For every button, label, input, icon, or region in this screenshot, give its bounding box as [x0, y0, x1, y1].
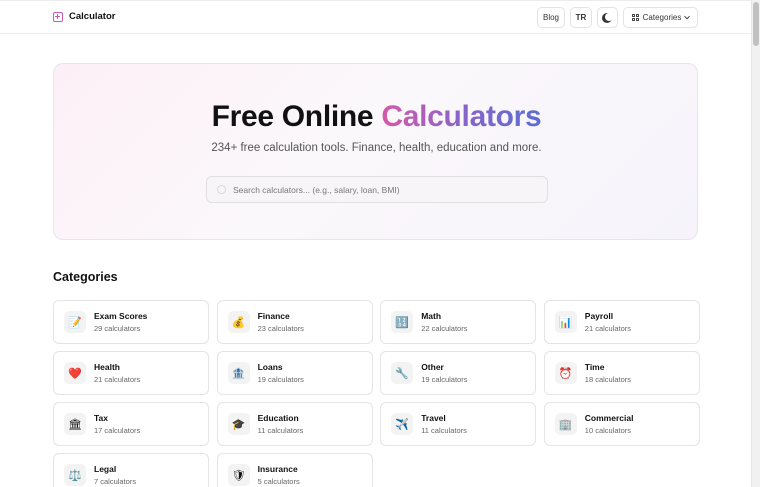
top-nav: Calculator Blog TR Categories [0, 0, 751, 34]
categories-grid: 📝 Exam Scores 29 calculators 💰 Finance 2… [53, 300, 700, 487]
search-box[interactable] [206, 176, 548, 203]
bar-chart-icon: 📊 [554, 311, 577, 333]
category-count: 22 calculators [421, 324, 468, 333]
heart-icon: ❤️ [64, 362, 86, 384]
bank-icon: 🏦 [227, 362, 250, 384]
wrench-icon: 🔧 [391, 362, 414, 384]
categories-dropdown-label: Categories [642, 13, 682, 22]
category-card-exam-scores[interactable]: 📝 Exam Scores 29 calculators [53, 300, 209, 344]
office-building-icon: 🏢 [554, 413, 577, 435]
shield-icon: 🛡 [227, 464, 250, 486]
brand-link[interactable]: Calculator [53, 11, 115, 22]
category-name: Finance [257, 311, 290, 321]
category-card-travel[interactable]: ✈️ Travel 11 calculators [380, 402, 537, 446]
vertical-scrollbar[interactable] [751, 0, 760, 487]
category-count: 21 calculators [94, 375, 141, 384]
hero-section: Free Online Calculators 234+ free calcul… [53, 63, 698, 240]
calculator-logo-icon [53, 11, 63, 22]
category-card-commercial[interactable]: 🏢 Commercial 10 calculators [543, 402, 700, 446]
category-count: 10 calculators [584, 426, 632, 435]
search-input[interactable] [233, 177, 543, 202]
category-count: 23 calculators [257, 324, 304, 333]
hero-title-accent: Calculators [381, 100, 542, 133]
category-name: Math [421, 311, 442, 321]
pencil-icon: 📝 [64, 311, 86, 333]
category-card-health[interactable]: ❤️ Health 21 calculators [53, 351, 209, 395]
category-card-time[interactable]: ⏰ Time 18 calculators [543, 351, 700, 395]
language-label: TR [575, 13, 587, 22]
categories-heading: Categories [53, 270, 118, 284]
government-icon: 🏛 [64, 413, 86, 435]
alarm-clock-icon: ⏰ [554, 362, 577, 384]
category-count: 11 calculators [421, 426, 467, 435]
category-count: 29 calculators [94, 324, 141, 333]
category-count: 17 calculators [94, 426, 141, 435]
graduation-cap-icon: 🎓 [227, 413, 250, 435]
category-card-legal[interactable]: ⚖️ Legal 7 calculators [53, 453, 209, 487]
category-count: 21 calculators [584, 324, 632, 333]
category-count: 11 calculators [257, 426, 304, 435]
category-card-education[interactable]: 🎓 Education 11 calculators [216, 402, 373, 446]
category-count: 19 calculators [257, 375, 304, 384]
categories-dropdown-button[interactable]: Categories [623, 7, 698, 28]
category-name: Tax [94, 413, 109, 423]
theme-toggle-button[interactable] [597, 7, 618, 28]
category-card-loans[interactable]: 🏦 Loans 19 calculators [216, 351, 373, 395]
category-name: Commercial [584, 413, 634, 423]
category-count: 19 calculators [421, 375, 468, 384]
category-card-insurance[interactable]: 🛡 Insurance 5 calculators [216, 453, 373, 487]
category-card-tax[interactable]: 🏛 Tax 17 calculators [53, 402, 209, 446]
numbers-icon: 🔢 [391, 311, 414, 333]
category-name: Time [584, 362, 605, 372]
grid-icon [631, 14, 639, 21]
category-name: Health [94, 362, 120, 372]
category-name: Loans [257, 362, 283, 372]
category-name: Payroll [584, 311, 614, 321]
language-button[interactable]: TR [570, 7, 592, 28]
moon-icon [605, 13, 613, 21]
scrollbar-thumb[interactable] [753, 2, 759, 46]
hero-title-main: Free Online [211, 100, 382, 133]
scales-icon: ⚖️ [64, 464, 86, 486]
search-icon [217, 185, 226, 194]
category-name: Insurance [257, 464, 298, 474]
hero-title: Free Online Calculators [54, 100, 699, 134]
category-card-math[interactable]: 🔢 Math 22 calculators [380, 300, 537, 344]
chevron-down-icon [684, 13, 691, 19]
brand-name: Calculator [69, 11, 116, 22]
category-card-other[interactable]: 🔧 Other 19 calculators [380, 351, 537, 395]
category-name: Education [257, 413, 299, 423]
category-card-payroll[interactable]: 📊 Payroll 21 calculators [543, 300, 700, 344]
money-bag-icon: 💰 [227, 311, 250, 333]
category-count: 7 calculators [94, 477, 137, 486]
category-card-finance[interactable]: 💰 Finance 23 calculators [216, 300, 373, 344]
page: Calculator Blog TR Categories Free Onlin… [0, 0, 751, 487]
category-name: Legal [94, 464, 117, 474]
airplane-icon: ✈️ [391, 413, 414, 435]
hero-subtitle: 234+ free calculation tools. Finance, he… [211, 142, 542, 154]
category-count: 5 calculators [257, 477, 300, 486]
category-name: Other [421, 362, 444, 372]
category-count: 18 calculators [584, 375, 632, 384]
blog-label: Blog [542, 13, 559, 22]
blog-button[interactable]: Blog [537, 7, 565, 28]
category-name: Exam Scores [94, 311, 148, 321]
category-name: Travel [421, 413, 446, 423]
